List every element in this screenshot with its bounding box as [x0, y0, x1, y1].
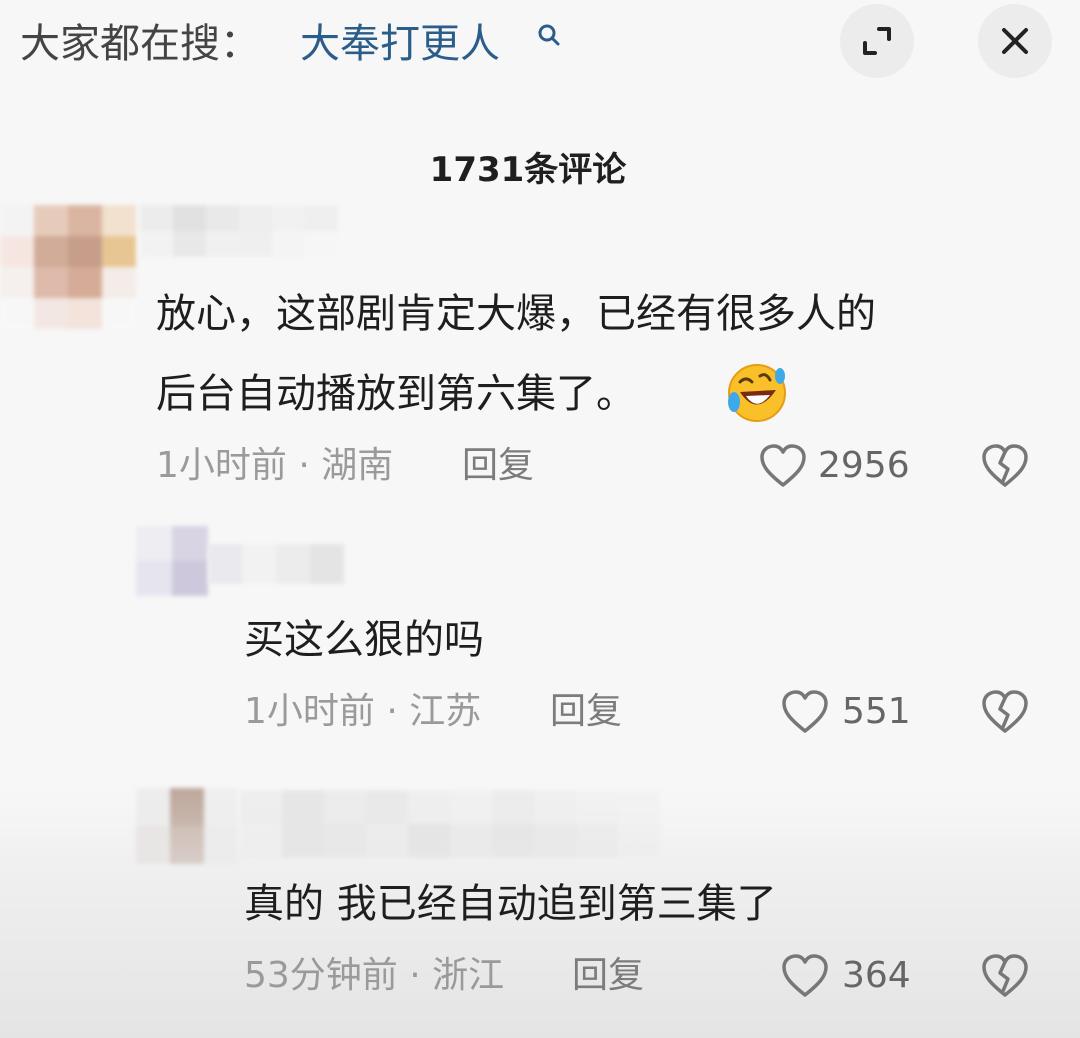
username-blurred[interactable]: [240, 790, 660, 858]
avatar[interactable]: [136, 526, 208, 596]
comment-text-line: 放心，这部剧肯定大爆，已经有很多人的: [156, 291, 876, 337]
expand-icon: [863, 27, 891, 55]
like-count: 2956: [818, 445, 910, 486]
comment-text-line: 后台自动播放到第六集了。: [156, 371, 636, 417]
broken-heart-icon[interactable]: [980, 443, 1030, 489]
comment-time-location: 1小时前 · 江苏: [244, 691, 482, 732]
comment-count-title: 1731条评论: [429, 150, 627, 190]
search-prefix-label: 大家都在搜：: [20, 21, 260, 67]
search-icon[interactable]: [536, 22, 564, 50]
broken-heart-icon[interactable]: [980, 953, 1030, 999]
broken-heart-icon[interactable]: [980, 689, 1030, 735]
close-button[interactable]: [978, 4, 1052, 78]
expand-button[interactable]: [840, 4, 914, 78]
comment-text-line: 真的 我已经自动追到第三集了: [244, 881, 777, 927]
reply-button[interactable]: 回复: [550, 688, 622, 736]
username-blurred[interactable]: [140, 205, 338, 257]
avatar[interactable]: [0, 205, 136, 329]
avatar[interactable]: [136, 788, 240, 864]
reply-button[interactable]: 回复: [462, 442, 534, 490]
comment-time-location: 1小时前 · 湖南: [156, 445, 394, 486]
heart-icon[interactable]: [780, 689, 830, 735]
like-count: 551: [842, 691, 911, 732]
trending-search-link[interactable]: 大奉打更人: [300, 18, 500, 70]
comment-text-line: 买这么狠的吗: [244, 617, 484, 663]
rolling-on-floor-laughing-icon: [728, 364, 786, 422]
comment-time-location: 53分钟前 · 浙江: [244, 955, 505, 996]
heart-icon[interactable]: [758, 443, 808, 489]
like-count: 364: [842, 955, 911, 996]
close-icon: [1002, 28, 1028, 54]
heart-icon[interactable]: [780, 953, 830, 999]
reply-button[interactable]: 回复: [572, 952, 644, 1000]
username-blurred[interactable]: [208, 544, 344, 584]
